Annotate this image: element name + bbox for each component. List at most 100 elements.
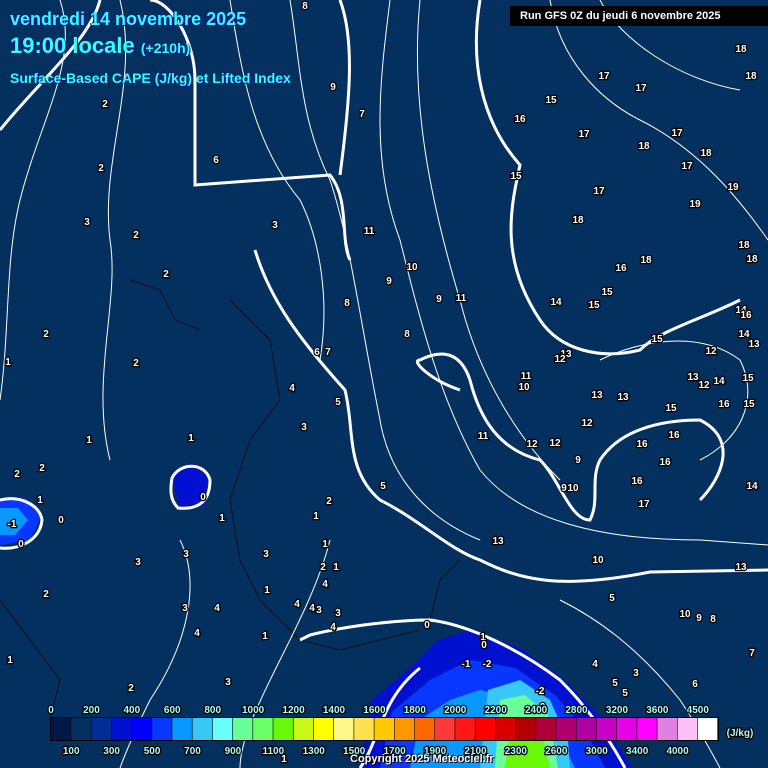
colorbar-top-label: 600 xyxy=(164,705,181,716)
li-label: 9 xyxy=(696,613,702,624)
li-label: 2 xyxy=(39,463,45,474)
li-label: 15 xyxy=(601,287,613,298)
li-label: 17 xyxy=(671,128,683,139)
colorbar-cell xyxy=(152,718,172,740)
li-label: 1 xyxy=(313,511,319,522)
li-label: 16 xyxy=(668,430,680,441)
li-label: 12 xyxy=(526,439,538,450)
li-label: 13 xyxy=(748,339,760,350)
li-label: 4 xyxy=(309,603,315,614)
colorbar-cell xyxy=(71,718,91,740)
li-label: 4 xyxy=(294,599,300,610)
li-label: 2 xyxy=(133,230,139,241)
weather-map: 8 7 9 2 6 2 3 2 3 2 2 1 2 8 9 10 11 9 11 8 6 7 4 5 3 1 1 2 2 0 2 5 1 1 0 -1… xyxy=(0,0,768,768)
colorbar-top-label: 200 xyxy=(83,705,100,716)
li-label: 18 xyxy=(746,254,758,265)
colorbar-cell xyxy=(596,718,617,740)
colorbar-cell xyxy=(212,718,233,740)
colorbar-top-label: 2800 xyxy=(565,705,588,716)
li-label: 12 xyxy=(554,354,566,365)
li-label: 17 xyxy=(593,186,605,197)
li-label: 8 xyxy=(344,298,350,309)
li-label: 3 xyxy=(272,220,278,231)
li-label: -2 xyxy=(536,686,545,697)
colorbar-cell xyxy=(51,718,71,740)
coastlines xyxy=(0,279,461,721)
li-label: 2 xyxy=(163,269,169,280)
colorbar-bottom-label: 900 xyxy=(225,746,242,757)
li-label: 15 xyxy=(545,95,557,106)
li-label: 15 xyxy=(651,334,663,345)
colorbar-cell xyxy=(374,718,395,740)
li-label: 8 xyxy=(404,329,410,340)
li-label: 5 xyxy=(380,481,386,492)
li-label: 19 xyxy=(689,199,701,210)
li-label: 3 xyxy=(183,549,189,560)
li-label: 15 xyxy=(742,373,754,384)
colorbar-cell xyxy=(475,718,496,740)
li-label: 5 xyxy=(609,593,615,604)
li-label: 1 xyxy=(264,585,270,596)
li-label: 16 xyxy=(636,439,648,450)
colorbar-bottom-label: 2600 xyxy=(545,746,568,757)
li-contours xyxy=(0,0,768,768)
li-label: 11 xyxy=(478,431,489,442)
li-label: 3 xyxy=(263,549,269,560)
colorbar-cell xyxy=(293,718,314,740)
colorbar-cell xyxy=(576,718,597,740)
colorbar-top-label: 2400 xyxy=(525,705,548,716)
li-contours-thick xyxy=(0,0,768,768)
colorbar-cell xyxy=(556,718,576,740)
li-label: 9 xyxy=(561,483,567,494)
colorbar-top-label: 1400 xyxy=(323,705,346,716)
li-label: 10 xyxy=(406,262,418,273)
li-label: 3 xyxy=(316,605,322,616)
li-label: 2 xyxy=(14,469,20,480)
li-label: 0 xyxy=(58,515,64,526)
li-label: 7 xyxy=(359,109,365,120)
colorbar-bottom-label: 4000 xyxy=(666,746,689,757)
colorbar-bottom-label: 1100 xyxy=(262,746,284,757)
li-label: 4 xyxy=(214,603,220,614)
li-label: 10 xyxy=(518,382,530,393)
li-label: 3 xyxy=(225,677,231,688)
li-label: -1 xyxy=(462,659,471,670)
li-label: 3 xyxy=(301,422,307,433)
colorbar-cell xyxy=(697,718,718,740)
li-label: 16 xyxy=(740,310,752,321)
li-label: 2 xyxy=(102,99,108,110)
li-label: 6 xyxy=(314,347,320,358)
li-label: 1 xyxy=(219,513,225,524)
li-label: 1 xyxy=(188,433,194,444)
li-label: 18 xyxy=(735,44,747,55)
li-label: 9 xyxy=(436,294,442,305)
colorbar-cell xyxy=(455,718,475,740)
colorbar-cell xyxy=(131,718,152,740)
li-label: 10 xyxy=(592,555,604,566)
li-label: 3 xyxy=(633,668,639,679)
local-time: 19:00 locale xyxy=(10,33,135,58)
li-label: 8 xyxy=(710,614,716,625)
lead-time: (+210h) xyxy=(140,40,191,56)
parameter-title: Surface-Based CAPE (J/kg) et Lifted Inde… xyxy=(10,70,291,86)
li-label: 5 xyxy=(335,397,341,408)
colorbar-bottom-label: 1300 xyxy=(303,746,326,757)
li-label: 1 xyxy=(262,631,268,642)
li-label: 15 xyxy=(510,171,522,182)
lifted-index-labels: 879262323221 28910119 1186 74531 1220 25110-1… xyxy=(4,0,761,766)
li-label: 4 xyxy=(330,622,336,633)
li-label: 5 xyxy=(612,678,618,689)
li-label: 0 xyxy=(424,620,430,631)
li-label: 18 xyxy=(700,148,712,159)
li-label: 0 xyxy=(481,640,487,651)
colorbar-cell xyxy=(91,718,112,740)
run-info: Run GFS 0Z du jeudi 6 novembre 2025 xyxy=(510,6,768,26)
colorbar-cell xyxy=(111,718,132,740)
colorbar-cell xyxy=(657,718,677,740)
colorbar-top-label: 1200 xyxy=(282,705,305,716)
li-label: 0 xyxy=(18,539,24,550)
li-label: 19 xyxy=(727,182,739,193)
li-label: 10 xyxy=(567,483,579,494)
colorbar-top-label: 3600 xyxy=(646,705,669,716)
colorbar-cell xyxy=(313,718,334,740)
